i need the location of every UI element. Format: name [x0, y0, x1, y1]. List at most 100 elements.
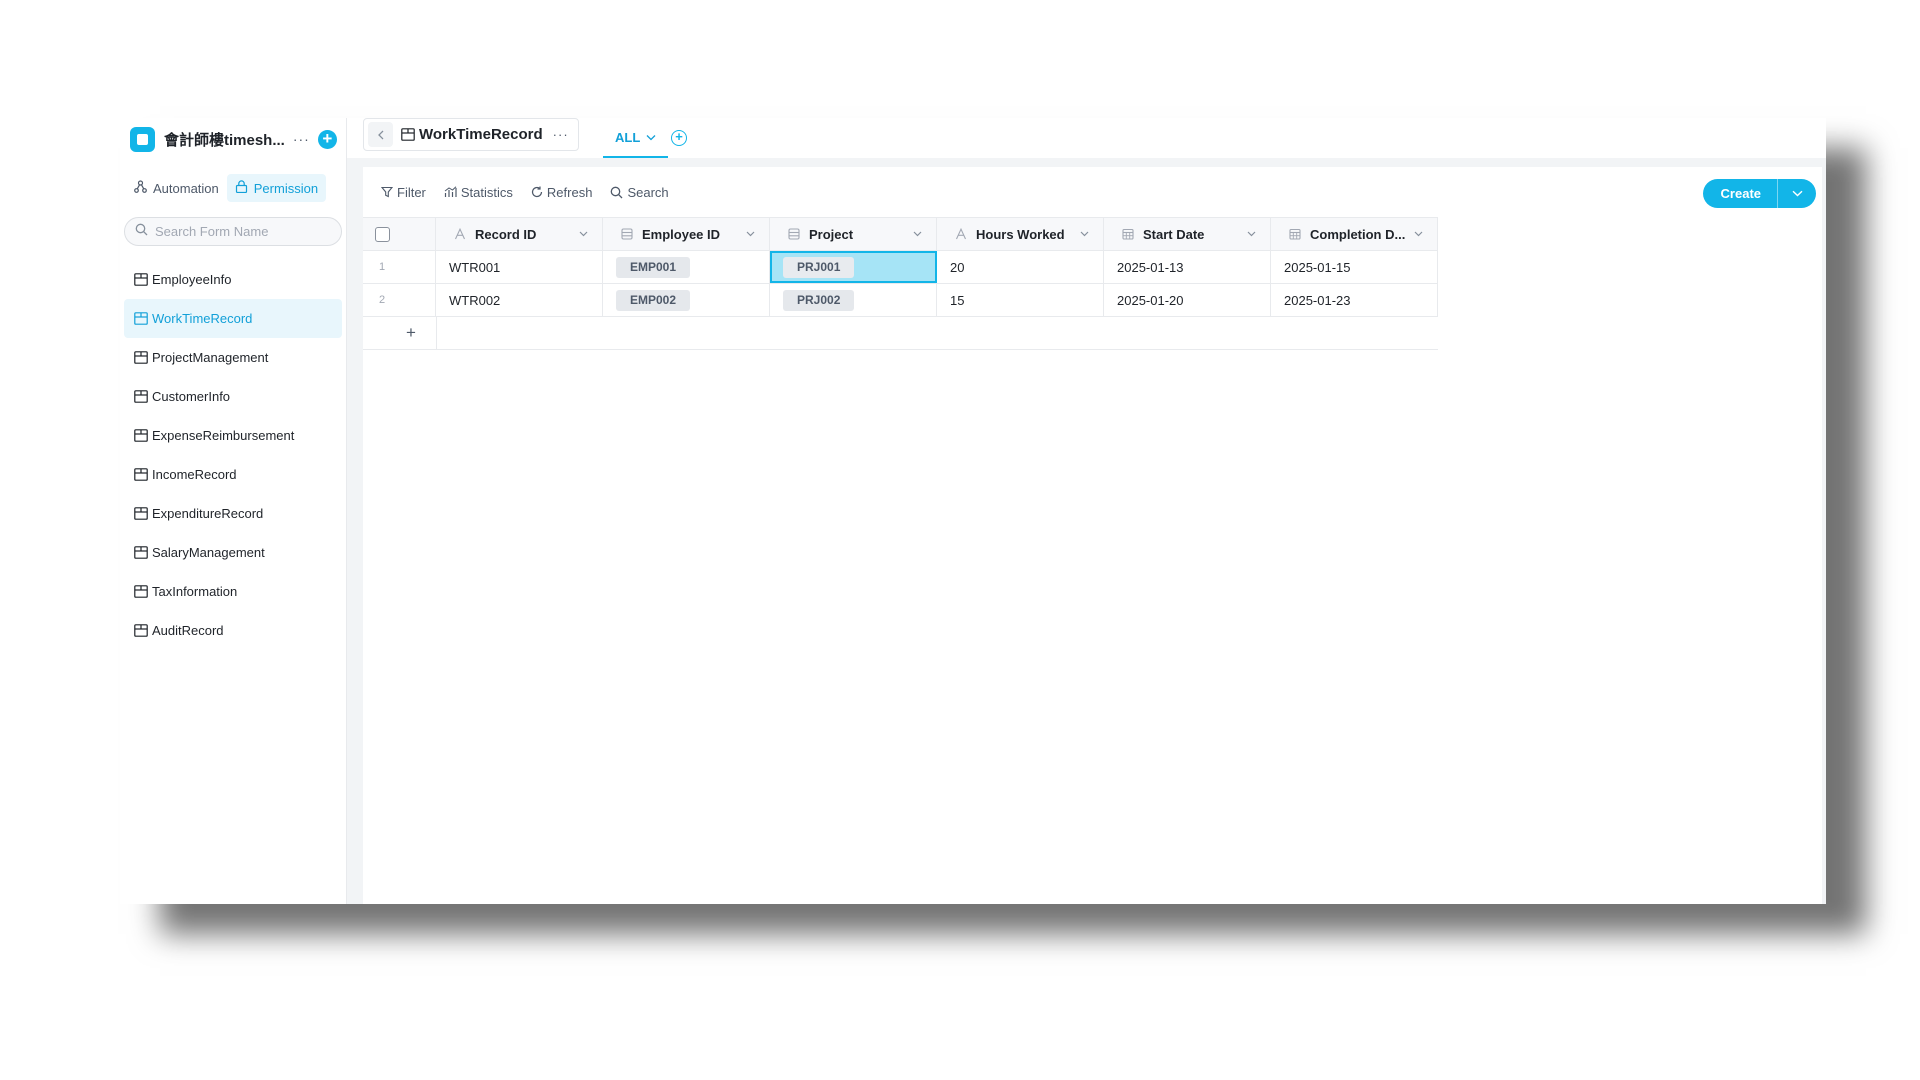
- cell-employee-id[interactable]: EMP002: [603, 284, 770, 316]
- column-label: Employee ID: [642, 226, 721, 242]
- sidebar-item-employeeinfo[interactable]: EmployeeInfo: [124, 260, 342, 299]
- more-icon[interactable]: ···: [293, 131, 310, 147]
- form-icon: [134, 351, 148, 364]
- text-field-icon: [454, 228, 466, 240]
- form-icon: [134, 468, 148, 481]
- relation-field-icon: [788, 228, 800, 240]
- table-row[interactable]: 1 WTR001 EMP001 PRJ001 20 2025-01-13 202…: [363, 251, 1438, 284]
- cell-completion-date[interactable]: 2025-01-15: [1271, 251, 1438, 283]
- sidebar-item-projectmanagement[interactable]: ProjectManagement: [124, 338, 342, 377]
- filter-icon: [381, 186, 393, 198]
- sidebar-item-label: SalaryManagement: [152, 545, 265, 560]
- sidebar-item-worktimerecord[interactable]: WorkTimeRecord: [124, 299, 342, 338]
- form-icon: [134, 546, 148, 559]
- form-icon: [134, 390, 148, 403]
- column-label: Record ID: [475, 226, 537, 242]
- statistics-label: Statistics: [460, 184, 513, 200]
- cell-project[interactable]: PRJ002: [770, 284, 937, 316]
- column-header-hours-worked[interactable]: Hours Worked: [937, 218, 1104, 250]
- employee-tag[interactable]: EMP001: [616, 256, 691, 278]
- select-all-cell: [363, 218, 436, 250]
- form-icon: [134, 429, 148, 442]
- cell-start-date[interactable]: 2025-01-13: [1104, 251, 1271, 283]
- column-header-start-date[interactable]: Start Date: [1104, 218, 1271, 250]
- sidebar-item-salarymanagement[interactable]: SalaryManagement: [124, 533, 342, 572]
- tab-automation[interactable]: Automation: [126, 174, 227, 202]
- collapse-sidebar-button[interactable]: [368, 122, 393, 147]
- sidebar-item-customerinfo[interactable]: CustomerInfo: [124, 377, 342, 416]
- text-field-icon: [955, 228, 967, 240]
- search-button[interactable]: Search: [610, 185, 669, 200]
- app-title[interactable]: 會計師樓timesh...: [164, 129, 285, 150]
- cell-hours-worked[interactable]: 15: [937, 284, 1104, 316]
- cell-completion-date[interactable]: 2025-01-23: [1271, 284, 1438, 316]
- view-tab-all[interactable]: ALL: [603, 118, 669, 158]
- add-row-button[interactable]: +: [363, 317, 436, 349]
- chevron-down-icon: [1792, 190, 1802, 197]
- cell-hours-worked[interactable]: 20: [937, 251, 1104, 283]
- form-title: WorkTimeRecord: [419, 126, 543, 143]
- main-area: WorkTimeRecord ··· ALL + Filter Statisti…: [347, 118, 1826, 904]
- sidebar: 會計師樓timesh... ··· + Automation Permissio…: [120, 118, 347, 904]
- column-header-record-id[interactable]: Record ID: [436, 218, 603, 250]
- form-icon: [401, 128, 415, 141]
- column-label: Hours Worked: [976, 226, 1065, 242]
- sidebar-item-taxinformation[interactable]: TaxInformation: [124, 572, 342, 611]
- sidebar-item-expenditurerecord[interactable]: ExpenditureRecord: [124, 494, 342, 533]
- create-button[interactable]: Create: [1703, 179, 1778, 208]
- sidebar-item-incomerecord[interactable]: IncomeRecord: [124, 455, 342, 494]
- view-tab-label: ALL: [615, 129, 641, 145]
- column-header-project[interactable]: Project: [770, 218, 937, 250]
- filter-button[interactable]: Filter: [381, 185, 426, 200]
- column-label: Project: [809, 226, 854, 242]
- column-header-completion-date[interactable]: Completion D...: [1271, 218, 1438, 250]
- chevron-down-icon[interactable]: [913, 231, 922, 237]
- sidebar-item-label: ProjectManagement: [152, 350, 269, 365]
- refresh-button[interactable]: Refresh: [531, 185, 592, 200]
- sidebar-item-label: EmployeeInfo: [152, 272, 232, 287]
- app-logo-icon: [130, 126, 155, 152]
- filter-label: Filter: [397, 184, 426, 200]
- chevron-down-icon[interactable]: [1247, 231, 1256, 237]
- sidebar-item-expensereimbursement[interactable]: ExpenseReimbursement: [124, 416, 342, 455]
- form-tab[interactable]: WorkTimeRecord ···: [363, 118, 579, 151]
- tab-automation-label: Automation: [153, 180, 219, 196]
- cell-start-date[interactable]: 2025-01-20: [1104, 284, 1271, 316]
- add-form-button[interactable]: +: [317, 129, 337, 149]
- cell-employee-id[interactable]: EMP001: [603, 251, 770, 283]
- more-icon[interactable]: ···: [553, 127, 569, 142]
- table-row[interactable]: 2 WTR002 EMP002 PRJ002 15 2025-01-20 202…: [363, 284, 1438, 317]
- cell-record-id[interactable]: WTR001: [436, 251, 603, 283]
- chevron-down-icon[interactable]: [746, 231, 755, 237]
- employee-tag[interactable]: EMP002: [616, 289, 691, 311]
- search-form-input[interactable]: [155, 224, 325, 239]
- form-list: EmployeeInfo WorkTimeRecord ProjectManag…: [124, 260, 342, 650]
- form-icon: [134, 507, 148, 520]
- column-header-employee-id[interactable]: Employee ID: [603, 218, 770, 250]
- column-label: Completion D...: [1310, 226, 1406, 242]
- chevron-down-icon[interactable]: [579, 231, 588, 237]
- sidebar-item-label: AuditRecord: [152, 623, 224, 638]
- plus-icon: +: [406, 323, 416, 342]
- cell-record-id[interactable]: WTR002: [436, 284, 603, 316]
- cell-project-selected[interactable]: PRJ001: [770, 251, 937, 283]
- sidebar-item-auditrecord[interactable]: AuditRecord: [124, 611, 342, 650]
- project-tag[interactable]: PRJ001: [783, 256, 855, 278]
- statistics-button[interactable]: Statistics: [444, 185, 513, 200]
- tab-permission[interactable]: Permission: [226, 174, 327, 202]
- search-icon: [135, 223, 148, 241]
- row-index: 1: [363, 251, 436, 283]
- column-label: Start Date: [1143, 226, 1205, 242]
- chevron-down-icon[interactable]: [1080, 231, 1089, 237]
- chevron-down-icon[interactable]: [1414, 231, 1423, 237]
- calendar-icon: [1122, 228, 1134, 240]
- mode-tabs: Automation Permission: [126, 174, 327, 202]
- create-dropdown-button[interactable]: [1778, 179, 1816, 208]
- project-tag[interactable]: PRJ002: [783, 289, 855, 311]
- lock-icon: [235, 180, 248, 196]
- relation-field-icon: [621, 228, 633, 240]
- select-all-checkbox[interactable]: [375, 226, 390, 242]
- topbar: WorkTimeRecord ··· ALL +: [347, 118, 1826, 158]
- form-icon: [134, 273, 148, 286]
- add-view-button[interactable]: +: [671, 130, 687, 146]
